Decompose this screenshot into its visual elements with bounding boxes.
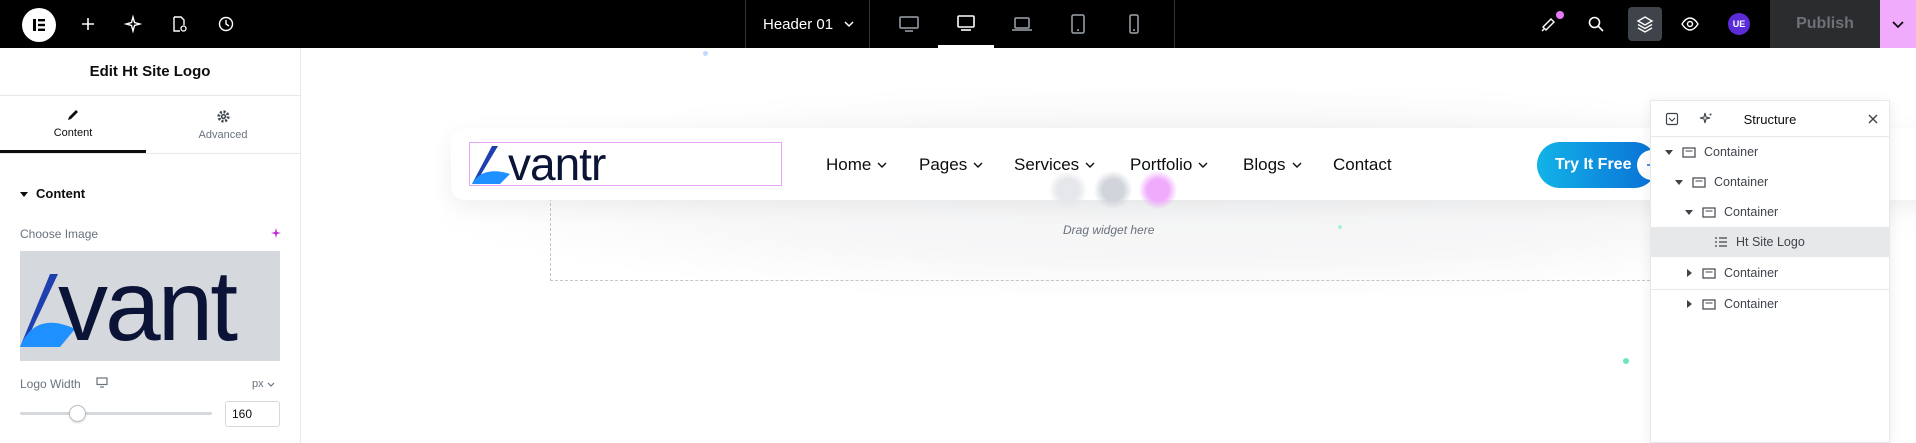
decorative-dot [1623,358,1629,364]
logo-text: vantr [508,138,606,190]
container-icon [1701,206,1717,218]
nav-item-home[interactable]: Home [826,155,888,175]
chevron-down-icon [1292,162,1302,168]
panel-title: Edit Ht Site Logo [0,48,300,96]
layers-icon[interactable] [1628,7,1662,41]
list-icon [1713,236,1729,248]
pencil-icon [68,110,78,120]
drag-widget-hint: Drag widget here [1063,223,1155,237]
widget-handle[interactable] [1094,171,1132,209]
notification-icon[interactable] [1534,9,1564,39]
structure-item-container[interactable]: Container [1651,167,1889,197]
structure-item-container[interactable]: Container [1651,289,1889,319]
widget-handle[interactable] [1139,171,1177,209]
container-icon [1701,267,1717,279]
chevron-down-icon [1892,21,1904,29]
nav-item-portfolio[interactable]: Portfolio [1130,155,1209,175]
history-icon[interactable] [211,9,241,39]
laptop-icon[interactable] [994,0,1050,48]
choose-image-label: Choose Image [20,227,99,241]
tab-divider [0,153,300,154]
chevron-down-icon [877,162,887,168]
container-icon [1681,146,1697,158]
publish-button[interactable]: Publish [1770,0,1880,48]
notification-dot [1556,11,1564,19]
logo-width-input[interactable]: 160 [225,401,280,427]
container-icon [1691,176,1707,188]
chevron-down-icon [973,162,983,168]
document-title-dropdown[interactable]: Header 01 [745,0,870,48]
widget-handle[interactable] [1049,171,1087,209]
elementor-logo-icon[interactable] [22,8,56,42]
structure-item-container[interactable]: Container [1651,258,1889,288]
chevron-down-icon [844,21,854,28]
nav-item-pages[interactable]: Pages [919,155,984,175]
plus-icon[interactable] [73,9,103,39]
caret-down-icon [1683,208,1695,216]
image-preview-text: vant [58,251,238,361]
gear-icon [216,110,230,123]
top-bar: Header 01 UE Publish [0,0,1916,48]
caret-right-icon [1683,300,1695,308]
try-it-free-button[interactable]: Try It Free [1537,142,1667,188]
tablet-landscape-icon[interactable] [938,0,994,48]
page-settings-icon[interactable] [164,9,194,39]
eye-icon[interactable] [1675,9,1705,39]
structure-item-container[interactable]: Container [1651,137,1889,167]
tab-content[interactable]: Content [0,97,146,153]
collapse-all-icon[interactable] [1665,112,1679,126]
site-logo-widget[interactable]: vantr [469,138,782,190]
logo-width-slider-track[interactable] [20,412,212,415]
publish-options-button[interactable] [1880,0,1916,48]
chevron-down-icon [1085,162,1095,168]
logo-width-label: Logo Width [20,377,81,391]
close-icon[interactable] [1867,113,1879,125]
image-preview[interactable]: vant [20,251,280,361]
nav-item-blogs[interactable]: Blogs [1243,155,1303,175]
caret-down-icon [1663,148,1675,156]
structure-item-container[interactable]: Container [1651,197,1889,227]
unit-selector[interactable]: px [252,378,275,390]
user-avatar[interactable]: UE [1728,13,1750,35]
structure-item-ht-site-logo[interactable]: Ht Site Logo [1651,227,1889,257]
nav-item-contact[interactable]: Contact [1333,155,1392,175]
logo-width-slider-thumb[interactable] [69,405,87,422]
device-switcher [870,0,1175,48]
caret-down-icon [1673,178,1685,186]
section-toggle-content[interactable]: Content [20,186,85,201]
structure-title: Structure [1743,111,1797,127]
chevron-down-icon [1198,162,1208,168]
tab-advanced[interactable]: Advanced [150,97,296,153]
desktop-icon[interactable] [881,0,937,48]
ai-sparkle-icon[interactable] [1699,112,1713,126]
mobile-icon[interactable] [1106,0,1162,48]
container-icon [1701,298,1717,310]
ai-sparkle-icon[interactable] [270,227,282,239]
responsive-desktop-icon[interactable] [96,377,108,388]
search-icon[interactable] [1581,9,1611,39]
nav-item-services[interactable]: Services [1014,155,1096,175]
caret-down-icon [20,191,28,197]
document-title: Header 01 [763,15,834,33]
decorative-dot [703,51,708,56]
edit-panel: Edit Ht Site Logo Content Advanced Conte… [0,48,301,443]
chevron-down-icon [267,382,275,387]
caret-right-icon [1683,269,1695,277]
structure-panel: Structure Container Container Container … [1650,100,1890,443]
sparkle-icon[interactable] [118,9,148,39]
tablet-icon[interactable] [1050,0,1106,48]
